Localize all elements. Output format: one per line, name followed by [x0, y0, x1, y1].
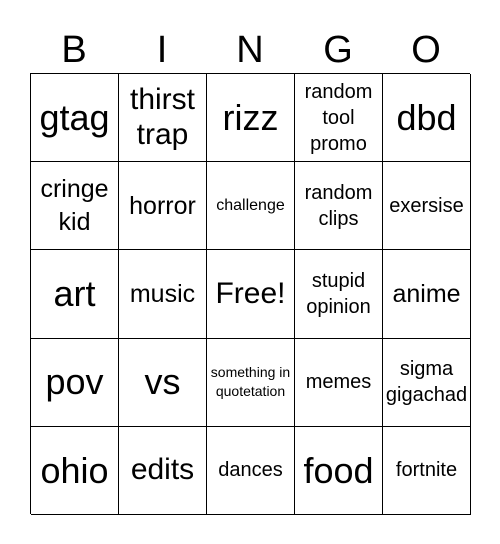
header-letter-o: O [411, 29, 441, 71]
header-letter-i: I [156, 29, 168, 71]
bingo-cell[interactable]: challenge [207, 162, 295, 251]
bingo-cell[interactable]: vs [119, 338, 207, 427]
bingo-cell[interactable]: dances [207, 426, 295, 515]
bingo-cell[interactable]: something in quotetation [207, 338, 295, 427]
bingo-cell[interactable]: exersise [383, 162, 471, 251]
bingo-cell[interactable]: stupid opinion [295, 250, 383, 339]
bingo-cell[interactable]: ohio [31, 426, 119, 515]
bingo-grid: gtag thirst trap rizz random tool promo … [30, 73, 471, 515]
bingo-cell[interactable]: memes [295, 338, 383, 427]
bingo-cell[interactable]: dbd [383, 74, 471, 163]
bingo-cell[interactable]: art [31, 250, 119, 339]
header-letter-b: B [61, 29, 87, 71]
bingo-cell[interactable]: anime [383, 250, 471, 339]
bingo-cell[interactable]: gtag [31, 74, 119, 163]
bingo-cell-free[interactable]: Free! [207, 250, 295, 339]
bingo-cell[interactable]: edits [119, 426, 207, 515]
header-letter-g: G [323, 29, 353, 71]
bingo-cell[interactable]: cringe kid [31, 162, 119, 251]
bingo-cell[interactable]: music [119, 250, 207, 339]
bingo-cell[interactable]: random tool promo [295, 74, 383, 163]
bingo-header: B I N G O [30, 28, 470, 72]
bingo-cell[interactable]: rizz [207, 74, 295, 163]
header-letter-n: N [236, 29, 264, 71]
bingo-cell[interactable]: pov [31, 338, 119, 427]
bingo-cell[interactable]: random clips [295, 162, 383, 251]
bingo-cell[interactable]: food [295, 426, 383, 515]
bingo-cell[interactable]: sigma gigachad [383, 338, 471, 427]
bingo-cell[interactable]: fortnite [383, 426, 471, 515]
bingo-cell[interactable]: thirst trap [119, 74, 207, 163]
bingo-cell[interactable]: horror [119, 162, 207, 251]
